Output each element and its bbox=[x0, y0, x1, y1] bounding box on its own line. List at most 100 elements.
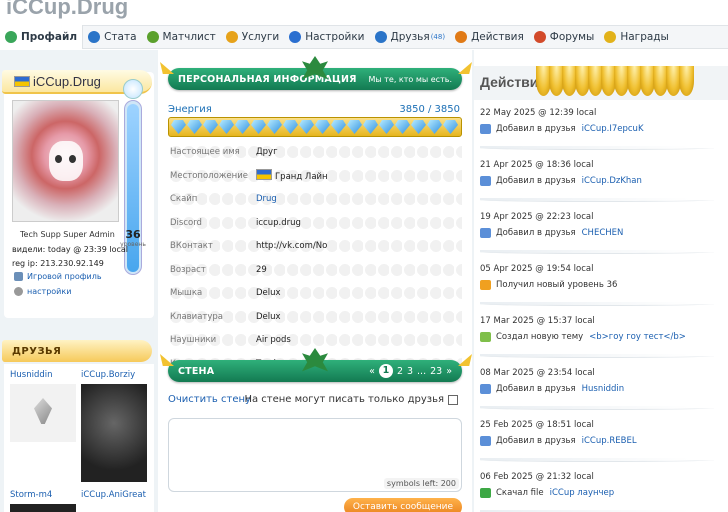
gold-scales-decoration bbox=[536, 66, 706, 96]
energy-gem-icon bbox=[347, 120, 362, 134]
info-value-wrap: Гранд Лайн bbox=[256, 169, 328, 182]
energy-gem-icon bbox=[379, 120, 394, 134]
flag-icon bbox=[14, 76, 30, 87]
activity-item: 25 Feb 2025 @ 18:51 local Добавил в друзь… bbox=[480, 420, 720, 462]
info-row: Местоположение Гранд Лайн bbox=[168, 165, 462, 186]
actions-icon bbox=[455, 31, 468, 43]
page-current[interactable]: 1 bbox=[378, 364, 393, 378]
add-friend-icon bbox=[480, 124, 491, 134]
info-key: Клавиатура bbox=[170, 311, 224, 322]
user-level: 36 bbox=[125, 228, 141, 241]
tab-matchlist[interactable]: Матчлист bbox=[142, 25, 221, 49]
page-ellipsis: ... bbox=[417, 365, 427, 377]
activity-link[interactable]: Husniddin bbox=[582, 384, 625, 394]
activity-link[interactable]: iCCup.REBEL bbox=[582, 436, 637, 446]
energy-gem-icon bbox=[299, 120, 314, 134]
settings-link[interactable]: настройки bbox=[14, 287, 71, 296]
info-row: Наушники Air pods bbox=[168, 330, 462, 350]
activity-text: Создал новую тему bbox=[496, 332, 584, 342]
friend-name-1[interactable]: Husniddin bbox=[10, 370, 53, 380]
personal-info-title: ПЕРСОНАЛЬНАЯ ИНФОРМАЦИЯ bbox=[178, 73, 357, 85]
gold-scale-icon bbox=[679, 66, 694, 96]
activity-date: 25 Feb 2025 @ 18:51 local bbox=[480, 420, 594, 430]
activity-date: 17 Mar 2025 @ 15:37 local bbox=[480, 316, 595, 326]
gold-wing-right-icon bbox=[458, 62, 472, 74]
page-prev[interactable]: « bbox=[369, 366, 375, 377]
tab-settings[interactable]: Настройки bbox=[284, 25, 369, 49]
info-key: Местоположение bbox=[170, 170, 248, 181]
page-3[interactable]: 3 bbox=[407, 366, 413, 377]
wall-message-textarea[interactable]: symbols left: 200 bbox=[168, 418, 462, 492]
energy-gem-icon bbox=[363, 120, 378, 134]
energy-orb-icon bbox=[123, 79, 143, 99]
tab-profile[interactable]: Профайл bbox=[0, 25, 84, 49]
activity-link[interactable]: <b>гоу гоу тест</b> bbox=[589, 332, 686, 342]
activity-divider bbox=[480, 406, 714, 410]
tab-awards[interactable]: Награды bbox=[599, 25, 674, 49]
activity-link[interactable]: iCCup.I7epcuK bbox=[582, 124, 644, 134]
activity-item: 05 Apr 2025 @ 19:54 local Получил новый у… bbox=[480, 264, 720, 306]
friend-name-2[interactable]: iCCup.Borziy bbox=[81, 370, 135, 380]
activity-link[interactable]: CHECHEN bbox=[582, 228, 624, 238]
friends-only-checkbox[interactable] bbox=[448, 394, 458, 405]
activity-text: Добавил в друзья bbox=[496, 228, 576, 238]
top-nav: Профайл Стата Матчлист Услуги Настройки … bbox=[0, 25, 728, 49]
wall-title: СТЕНА bbox=[178, 365, 215, 377]
friend-avatar-2[interactable] bbox=[81, 384, 147, 482]
settings-icon bbox=[289, 31, 302, 43]
page-next[interactable]: » bbox=[446, 366, 452, 377]
activity-divider bbox=[480, 354, 714, 358]
energy-gem-icon bbox=[395, 120, 410, 134]
friends-icon bbox=[374, 31, 387, 43]
activity-text: Добавил в друзья bbox=[496, 176, 576, 186]
activity-line: Создал новую тему <b>гоу гоу тест</b> bbox=[480, 332, 720, 342]
send-message-button[interactable]: Оставить сообщение bbox=[344, 498, 462, 512]
energy-gem-icon bbox=[235, 120, 250, 134]
friends-only-option: На стене могут писать только друзья bbox=[244, 394, 458, 405]
friend-name-4[interactable]: iCCup.AniGreat bbox=[81, 490, 146, 500]
avatar-face bbox=[49, 141, 83, 181]
activity-date: 06 Feb 2025 @ 21:32 local bbox=[480, 472, 594, 482]
tab-actions[interactable]: Действия bbox=[450, 25, 529, 49]
avatar bbox=[12, 100, 119, 222]
energy-gem-icon bbox=[251, 120, 266, 134]
info-key: Возраст bbox=[170, 264, 206, 275]
activity-item: 08 Mar 2025 @ 23:54 local Добавил в друзь… bbox=[480, 368, 720, 410]
app-title: iCCup.Drug bbox=[6, 0, 129, 19]
gold-wing-left-icon bbox=[160, 62, 174, 74]
friend-avatar-1[interactable] bbox=[10, 384, 76, 442]
tab-forums[interactable]: Форумы bbox=[529, 25, 600, 49]
tab-friends[interactable]: Друзья (48) bbox=[370, 25, 451, 49]
activity-link[interactable]: iCCup.DzKhan bbox=[582, 176, 642, 186]
activity-text: Получил новый уровень 36 bbox=[496, 280, 618, 290]
info-value: 29 bbox=[256, 264, 267, 275]
forums-icon bbox=[533, 31, 546, 43]
clear-wall-link[interactable]: Очистить стену bbox=[168, 394, 251, 405]
friends-count-badge: (48) bbox=[430, 33, 446, 41]
info-row: Клавиатура Delux bbox=[168, 306, 462, 327]
add-friend-icon bbox=[480, 176, 491, 186]
energy-gem-icon bbox=[171, 120, 186, 134]
info-value[interactable]: Drug bbox=[256, 194, 277, 204]
tab-services[interactable]: Услуги bbox=[221, 25, 284, 49]
tab-stats[interactable]: Стата bbox=[83, 25, 141, 49]
activity-link[interactable]: iCCup лаунчер bbox=[550, 488, 615, 498]
info-value: Delux bbox=[256, 311, 281, 322]
game-profile-link[interactable]: Игровой профиль bbox=[14, 272, 102, 281]
activity-line: Добавил в друзья CHECHEN bbox=[480, 228, 720, 238]
friend-avatar-3[interactable] bbox=[10, 504, 76, 512]
activity-line: Скачал file iCCup лаунчер bbox=[480, 488, 720, 498]
activity-line: Добавил в друзья Husniddin bbox=[480, 384, 720, 394]
settings-gear-icon bbox=[14, 287, 23, 296]
symbols-left-counter: symbols left: 200 bbox=[383, 478, 459, 489]
energy-gem-icon bbox=[283, 120, 298, 134]
friend-name-3[interactable]: Storm-m4 bbox=[10, 490, 52, 500]
activity-date: 21 Apr 2025 @ 18:36 local bbox=[480, 160, 594, 170]
info-key: Discord bbox=[170, 217, 202, 228]
energy-gem-icon bbox=[411, 120, 426, 134]
page-2[interactable]: 2 bbox=[397, 366, 403, 377]
download-icon bbox=[480, 488, 491, 498]
profile-username: iCCup.Drug bbox=[14, 74, 101, 89]
page-last[interactable]: 23 bbox=[430, 366, 442, 377]
activity-line: Добавил в друзья iCCup.DzKhan bbox=[480, 176, 720, 186]
